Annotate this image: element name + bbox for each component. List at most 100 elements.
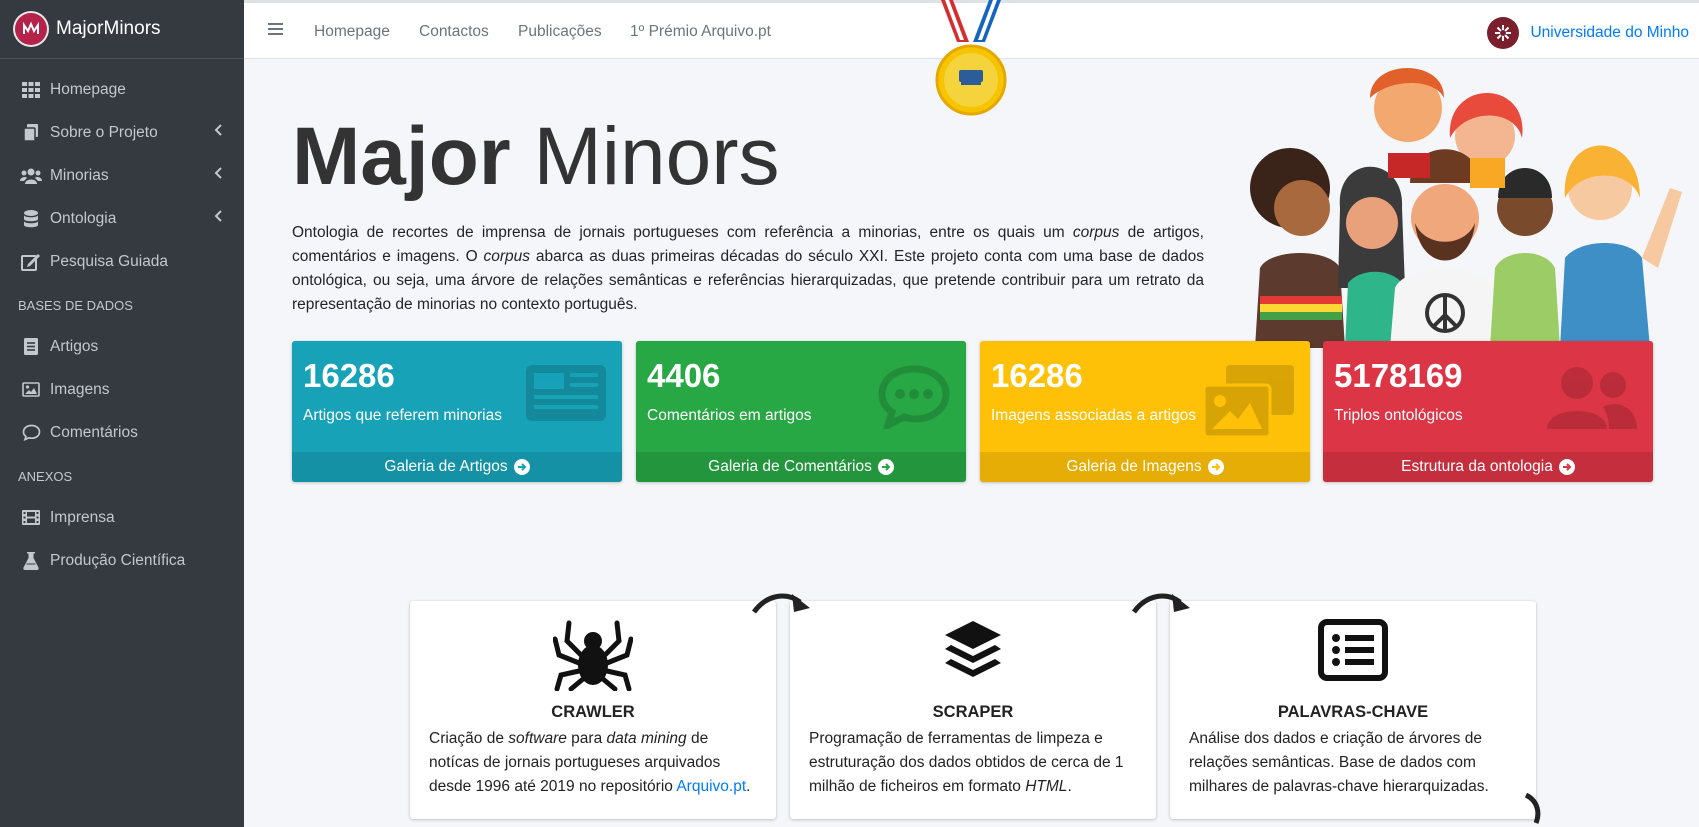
sidebar-item-imprensa[interactable]: Imprensa xyxy=(0,496,244,539)
hero-title: Major Minors xyxy=(292,111,780,202)
brand-text: MajorMinors xyxy=(56,18,161,39)
arrow-circle-right-icon xyxy=(877,459,894,475)
sidebar-item-label: Produção Científica xyxy=(50,551,186,569)
university-name: Universidade do Minho xyxy=(1530,24,1689,41)
stat-link-label: Galeria de Imagens xyxy=(1066,458,1202,475)
chevron-left-icon xyxy=(214,167,222,179)
image-icon xyxy=(20,380,42,400)
gallery-imagens-link[interactable]: Galeria de Imagens xyxy=(980,452,1310,482)
flask-icon xyxy=(20,551,42,571)
sidebar-item-label: Imprensa xyxy=(50,508,115,526)
sidebar-item-label: Comentários xyxy=(50,423,138,441)
card-text-italic: data mining xyxy=(606,730,687,747)
curved-arrow-icon xyxy=(1132,593,1190,614)
grid-icon xyxy=(20,80,42,100)
arquivo-pt-link[interactable]: Arquivo.pt xyxy=(676,778,746,795)
users-icon xyxy=(1547,367,1637,429)
section-header-databases: BASES DE DADOS xyxy=(18,298,133,313)
nav-link-premio[interactable]: 1º Prémio Arquivo.pt xyxy=(630,23,771,41)
card-text-part: para xyxy=(566,730,607,747)
stat-value: 5178169 xyxy=(1334,357,1463,394)
stat-box-imagens: 16286 Imagens associadas a artigos Galer… xyxy=(980,341,1310,482)
stat-value: 16286 xyxy=(991,357,1083,394)
nav-link-publicacoes[interactable]: Publicações xyxy=(518,23,602,41)
sidebar-item-ontologia[interactable]: Ontologia xyxy=(0,197,244,240)
arrow-circle-right-icon xyxy=(1207,459,1224,475)
university-link[interactable]: Universidade do Minho xyxy=(1487,17,1689,49)
copy-icon xyxy=(20,123,42,143)
card-text-part: . xyxy=(746,778,751,795)
card-title: SCRAPER xyxy=(932,703,1014,721)
newspaper-icon xyxy=(526,365,606,421)
card-text-italic: software xyxy=(508,730,567,747)
university-logo xyxy=(1487,17,1520,49)
stat-box-artigos: 16286 Artigos que referem minorias Galer… xyxy=(292,341,622,482)
sidebar: MajorMinors Homepage Sobre o Projeto Min… xyxy=(0,0,244,827)
card-text: Análise dos dados e criação de árvores d… xyxy=(1189,730,1489,795)
gallery-artigos-link[interactable]: Galeria de Artigos xyxy=(292,452,622,482)
ontology-structure-link[interactable]: Estrutura da ontologia xyxy=(1323,452,1653,482)
brand-link[interactable]: MajorMinors xyxy=(0,0,244,59)
sidebar-item-label: Homepage xyxy=(50,80,126,98)
spider-icon xyxy=(553,620,633,691)
photo-video-icon xyxy=(1204,365,1294,437)
arrow-circle-right-icon xyxy=(1558,459,1575,475)
card-title: PALAVRAS-CHAVE xyxy=(1277,703,1429,721)
sidebar-item-producao[interactable]: Produção Científica xyxy=(0,539,244,582)
people-illustration xyxy=(1250,68,1682,348)
sidebar-item-pesquisa[interactable]: Pesquisa Guiada xyxy=(0,240,244,283)
nav-link-homepage[interactable]: Homepage xyxy=(314,23,390,41)
stat-box-comentarios: 4406 Comentários em artigos Galeria de C… xyxy=(636,341,966,482)
card-text: Programação de ferramentas de limpeza e … xyxy=(809,727,1139,799)
card-crawler: CRAWLER Criação de software para data mi… xyxy=(410,601,776,819)
gallery-comentarios-link[interactable]: Galeria de Comentários xyxy=(636,452,966,482)
stat-link-label: Galeria de Artigos xyxy=(384,458,508,475)
chevron-left-icon xyxy=(214,124,222,136)
sidebar-item-homepage[interactable]: Homepage xyxy=(0,68,244,111)
stat-label: Triplos ontológicos xyxy=(1334,407,1463,424)
card-text-part: Programação de ferramentas de limpeza e … xyxy=(809,730,1124,795)
card-scraper: SCRAPER Programação de ferramentas de li… xyxy=(790,601,1156,819)
sidebar-item-comentarios[interactable]: Comentários xyxy=(0,411,244,454)
stat-value: 4406 xyxy=(647,357,721,394)
sidebar-item-label: Artigos xyxy=(50,337,99,355)
hero-desc-italic: corpus xyxy=(1072,224,1120,241)
hamburger-icon[interactable] xyxy=(268,22,283,36)
sidebar-item-sobre[interactable]: Sobre o Projeto xyxy=(0,111,244,154)
stat-value: 16286 xyxy=(303,357,395,394)
sidebar-item-label: Ontologia xyxy=(50,209,117,227)
stat-box-triplos: 5178169 Triplos ontológicos Estrutura da… xyxy=(1323,341,1653,482)
stat-label: Comentários em artigos xyxy=(647,407,812,424)
edit-icon xyxy=(20,252,42,272)
card-title: CRAWLER xyxy=(551,703,635,721)
layers-icon xyxy=(945,621,1001,677)
curved-arrow-icon xyxy=(1524,793,1541,824)
brand-logo xyxy=(15,13,47,45)
hero-title-light: Minors xyxy=(533,111,780,202)
card-text-part: Criação de xyxy=(429,730,509,747)
card-text: Criação de software para data mining de … xyxy=(429,727,759,799)
users-icon xyxy=(20,166,42,186)
sidebar-item-minorias[interactable]: Minorias xyxy=(0,154,244,197)
hero-title-bold: Major xyxy=(292,111,511,202)
card-text-part: . xyxy=(1067,778,1072,795)
stat-label: Imagens associadas a artigos xyxy=(991,407,1197,424)
sidebar-item-label: Imagens xyxy=(50,380,110,398)
hero-description: Ontologia de recortes de imprensa de jor… xyxy=(292,221,1204,317)
sidebar-item-artigos[interactable]: Artigos xyxy=(0,325,244,368)
curved-arrow-icon xyxy=(752,593,810,614)
award-medal-icon xyxy=(935,0,1007,116)
hero-desc-part: Ontologia de recortes de imprensa de jor… xyxy=(292,224,1073,241)
sidebar-item-label: Sobre o Projeto xyxy=(50,123,158,141)
stat-link-label: Galeria de Comentários xyxy=(708,458,872,475)
sidebar-item-imagens[interactable]: Imagens xyxy=(0,368,244,411)
film-icon xyxy=(20,508,42,528)
sidebar-item-label: Minorias xyxy=(50,166,109,184)
list-alt-icon xyxy=(1318,619,1388,681)
chevron-left-icon xyxy=(214,210,222,222)
hero-desc-italic: corpus xyxy=(483,248,531,265)
newspaper-icon xyxy=(20,337,42,357)
database-icon xyxy=(20,209,42,229)
nav-link-contactos[interactable]: Contactos xyxy=(419,23,489,41)
card-text-italic: HTML xyxy=(1025,778,1068,795)
